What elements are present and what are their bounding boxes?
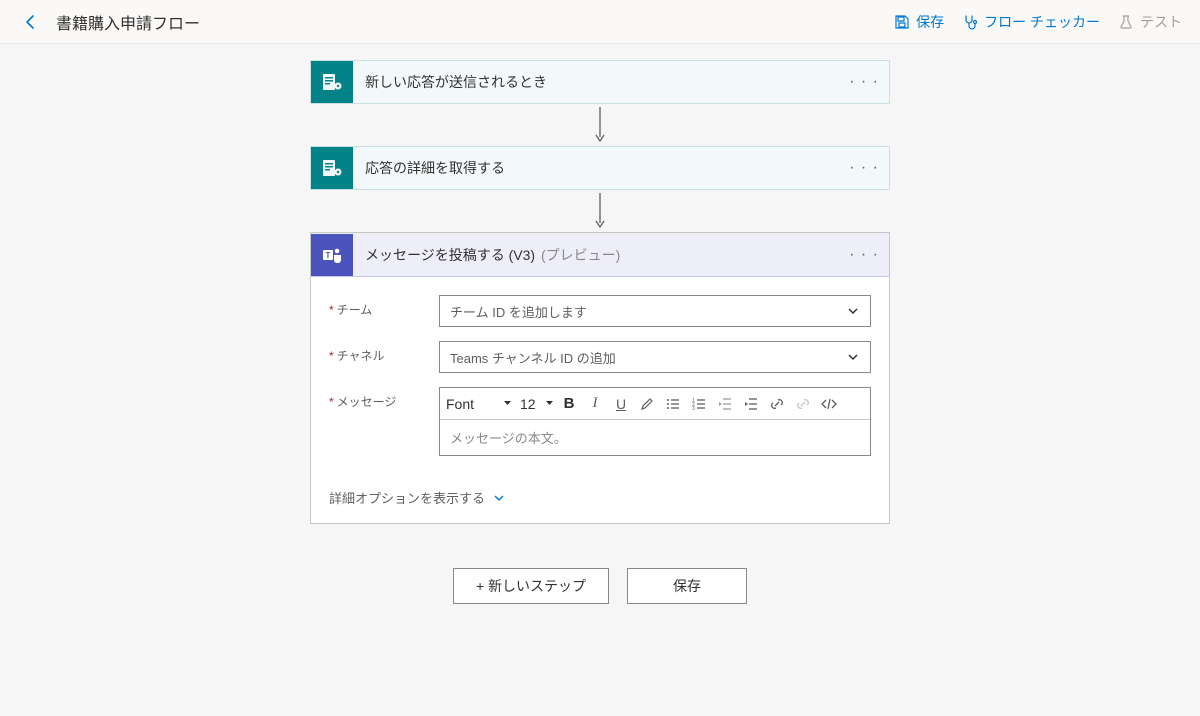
link-icon <box>769 396 785 412</box>
rte-size-select[interactable]: 12 <box>520 396 554 412</box>
save-label: 保存 <box>916 12 944 32</box>
rte-unlink[interactable] <box>792 393 814 415</box>
new-step-button[interactable]: + 新しいステップ <box>453 568 609 604</box>
save-icon <box>894 14 910 30</box>
chevron-down-icon <box>493 492 505 504</box>
flow-checker-label: フロー チェッカー <box>984 12 1100 32</box>
pencil-icon <box>639 396 655 412</box>
step-trigger-title: 新しい応答が送信されるとき <box>365 72 547 92</box>
advanced-options-toggle[interactable]: 詳細オプションを表示する <box>311 478 889 523</box>
chevron-down-icon <box>846 304 860 318</box>
flow-arrow <box>593 104 607 146</box>
forms-icon <box>311 147 353 189</box>
rte-code-view[interactable] <box>818 393 840 415</box>
save-flow-button[interactable]: 保存 <box>627 568 747 604</box>
back-button[interactable] <box>18 9 44 35</box>
caret-down-icon <box>503 399 512 408</box>
rte-toolbar: Font 12 B I U <box>440 388 870 420</box>
beaker-icon <box>1118 14 1134 30</box>
test-label: テスト <box>1140 12 1182 32</box>
step-get-details[interactable]: 応答の詳細を取得する · · · <box>310 146 890 190</box>
flow-checker-button[interactable]: フロー チェッカー <box>962 12 1100 32</box>
rte-numbered[interactable]: 123 <box>688 393 710 415</box>
rte-underline[interactable]: U <box>610 393 632 415</box>
bottom-actions: + 新しいステップ 保存 <box>453 568 747 604</box>
arrow-left-icon <box>22 13 40 31</box>
outdent-icon <box>717 396 733 412</box>
rte-link[interactable] <box>766 393 788 415</box>
list-numbered-icon: 123 <box>691 396 707 412</box>
chevron-down-icon <box>846 350 860 364</box>
top-bar: 書籍購入申請フロー 保存 フロー チェッカー テスト <box>0 0 1200 44</box>
step-get-details-title: 応答の詳細を取得する <box>365 158 505 178</box>
stethoscope-icon <box>962 14 978 30</box>
advanced-options-label: 詳細オプションを表示する <box>329 488 485 507</box>
flow-canvas: 新しい応答が送信されるとき · · · 応答の詳細を取得する · · · T メ… <box>0 44 1200 604</box>
step-trigger[interactable]: 新しい応答が送信されるとき · · · <box>310 60 890 104</box>
rte-bullets[interactable] <box>662 393 684 415</box>
step-post-message: T メッセージを投稿する (V3) (プレビュー) · · · *チーム チーム… <box>310 232 890 524</box>
step-post-message-header[interactable]: T メッセージを投稿する (V3) (プレビュー) · · · <box>311 233 889 277</box>
indent-icon <box>743 396 759 412</box>
message-body[interactable]: メッセージの本文。 <box>440 420 870 455</box>
message-editor: Font 12 B I U <box>439 387 871 456</box>
rte-bold[interactable]: B <box>558 393 580 415</box>
channel-dropdown[interactable]: Teams チャンネル ID の追加 <box>439 341 871 373</box>
step-get-details-more[interactable]: · · · <box>849 159 879 177</box>
rte-font-select[interactable]: Font <box>446 396 516 412</box>
flow-arrow <box>593 190 607 232</box>
team-dropdown[interactable]: チーム ID を追加します <box>439 295 871 327</box>
save-button[interactable]: 保存 <box>894 12 944 32</box>
team-placeholder: チーム ID を追加します <box>450 302 587 321</box>
svg-text:T: T <box>326 251 331 260</box>
step-post-message-title: メッセージを投稿する (V3) (プレビュー) <box>365 245 620 265</box>
rte-outdent[interactable] <box>714 393 736 415</box>
preview-badge: (プレビュー) <box>541 247 620 263</box>
svg-text:3: 3 <box>692 406 695 412</box>
code-icon <box>820 396 838 412</box>
channel-placeholder: Teams チャンネル ID の追加 <box>450 348 616 367</box>
test-button[interactable]: テスト <box>1118 12 1182 32</box>
rte-italic[interactable]: I <box>584 393 606 415</box>
step-post-message-more[interactable]: · · · <box>849 246 879 264</box>
caret-down-icon <box>545 399 554 408</box>
forms-icon <box>311 61 353 103</box>
flow-title: 書籍購入申請フロー <box>56 10 200 34</box>
list-bullets-icon <box>665 396 681 412</box>
message-label: *メッセージ <box>329 387 439 410</box>
step-trigger-more[interactable]: · · · <box>849 73 879 91</box>
rte-color[interactable] <box>636 393 658 415</box>
link-broken-icon <box>795 396 811 412</box>
channel-label: *チャネル <box>329 341 439 364</box>
rte-indent[interactable] <box>740 393 762 415</box>
team-label: *チーム <box>329 295 439 318</box>
teams-icon: T <box>311 234 353 276</box>
